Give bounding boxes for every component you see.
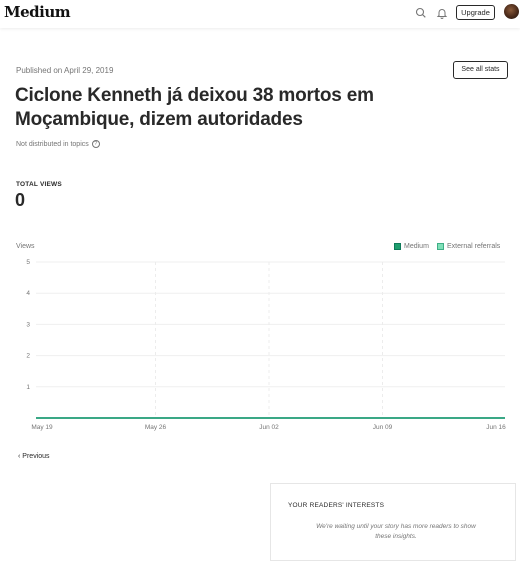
y-tick-label: 1 <box>26 384 30 391</box>
y-tick-label: 2 <box>26 353 30 360</box>
published-date: Published on April 29, 2019 <box>16 66 114 75</box>
y-tick-label: 3 <box>26 321 30 328</box>
distribution-status: Not distributed in topics? <box>16 140 100 148</box>
legend-label-medium: Medium <box>404 243 429 250</box>
x-tick-label: May 19 <box>31 424 53 431</box>
interests-title: YOUR READERS' INTERESTS <box>288 502 385 509</box>
top-navigation-bar: Medium Upgrade <box>0 0 520 28</box>
x-tick-label: May 26 <box>145 424 167 431</box>
bell-icon[interactable] <box>435 6 449 20</box>
total-views-label: TOTAL VIEWS <box>16 181 62 188</box>
help-icon[interactable]: ? <box>91 140 100 148</box>
avatar[interactable] <box>504 4 519 19</box>
see-all-stats-button[interactable]: See all stats <box>453 61 508 79</box>
previous-label: Previous <box>22 453 50 460</box>
legend-item-medium[interactable]: Medium <box>394 243 429 250</box>
chevron-left-icon: ‹ <box>18 453 21 460</box>
medium-logo[interactable]: Medium <box>4 3 71 21</box>
legend-swatch-external <box>437 243 444 250</box>
upgrade-button[interactable]: Upgrade <box>456 5 495 20</box>
readers-interests-card: YOUR READERS' INTERESTS We're waiting un… <box>270 483 516 561</box>
y-tick-label: 4 <box>26 290 30 297</box>
story-title: Ciclone Kenneth já deixou 38 mortos em M… <box>15 85 374 130</box>
y-tick-label: 5 <box>26 259 30 266</box>
x-tick-label: Jun 09 <box>373 424 393 431</box>
x-tick-label: Jun 02 <box>259 424 279 431</box>
legend-swatch-medium <box>394 243 401 250</box>
chart-y-label: Views <box>16 243 35 250</box>
distribution-label: Not distributed in topics <box>16 140 89 148</box>
total-views-value: 0 <box>15 190 26 210</box>
legend-label-external: External referrals <box>447 243 501 250</box>
previous-link[interactable]: ‹ Previous <box>18 453 50 460</box>
views-chart: 1 2 3 4 5 May 19 May 26 Jun 02 Jun 09 Jun 16 <box>26 259 506 431</box>
x-tick-label: Jun 16 <box>486 424 506 431</box>
interests-message: We're waiting until your story has more … <box>316 523 476 540</box>
legend-item-external[interactable]: External referrals <box>437 243 500 250</box>
search-icon[interactable] <box>414 6 428 20</box>
